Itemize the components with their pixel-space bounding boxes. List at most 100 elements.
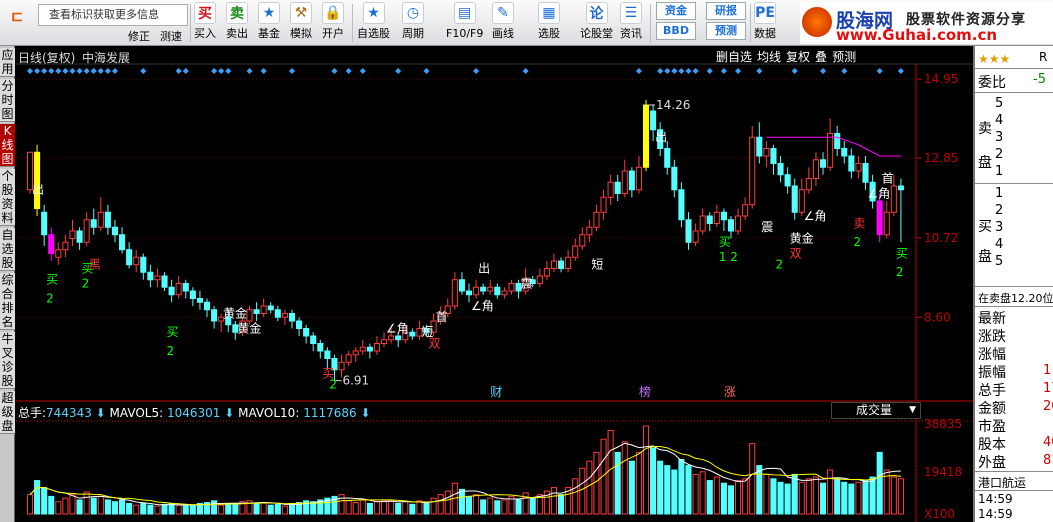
f10-button[interactable]: ▤ F10/F9 bbox=[446, 2, 483, 44]
volume-bar bbox=[664, 465, 671, 515]
event-diamond-icon bbox=[260, 68, 267, 74]
data-button[interactable]: PE 数据 bbox=[754, 2, 776, 44]
stock-pick-button[interactable]: ▦ 选股 bbox=[538, 2, 560, 44]
event-diamond-icon bbox=[657, 68, 664, 74]
news-button[interactable]: ☰ 资讯 bbox=[620, 2, 642, 44]
quote-panel: ★★★ R 委比 -5 卖盘 5 4 3 2 1 买盘 1 2 3 4 5 在卖盘12.20位 最新 涨跌 涨幅 振幅 1… bbox=[973, 46, 1053, 522]
volume-bar bbox=[90, 497, 97, 515]
candle-body bbox=[111, 226, 119, 236]
app-logo-icon[interactable]: ㄷ bbox=[2, 4, 32, 28]
candle-body bbox=[451, 279, 458, 307]
signal-label: 黄金 bbox=[223, 305, 247, 320]
side-tab-timeshare[interactable]: 分时图 bbox=[0, 79, 15, 122]
weibi-value: -5 bbox=[1033, 72, 1046, 87]
chart-tab-4[interactable]: 预测 bbox=[832, 50, 856, 64]
volume-bar bbox=[642, 425, 650, 515]
chart-tab-3[interactable]: 叠 bbox=[815, 50, 827, 64]
research-button[interactable]: 研报 bbox=[706, 2, 746, 20]
side-tab-watchlist[interactable]: 自选股 bbox=[0, 228, 15, 271]
signal-label: 2 bbox=[775, 258, 783, 272]
volume-bar bbox=[855, 481, 862, 515]
chart-tab-0[interactable]: 删自选 bbox=[716, 50, 752, 64]
capital-button[interactable]: 资金 bbox=[656, 2, 696, 20]
chart-tab-2[interactable]: 复权 bbox=[786, 50, 810, 64]
side-tab-apply[interactable]: 应用 bbox=[0, 48, 15, 77]
volume-bar bbox=[458, 488, 465, 515]
signal-label: 首 bbox=[436, 310, 448, 324]
stock-name: 中海发展 bbox=[82, 51, 131, 65]
measure-label: 测速 bbox=[160, 30, 182, 43]
event-diamond-icon bbox=[90, 68, 97, 74]
price-tick-label: 14.95 bbox=[924, 72, 958, 86]
open-account-button[interactable]: 🔒 开户 bbox=[322, 2, 344, 44]
fund-button[interactable]: ★ 基金 bbox=[258, 2, 280, 44]
volume-bar bbox=[402, 501, 409, 515]
simulate-button[interactable]: ⚒ 模拟 bbox=[290, 2, 312, 44]
volume-bar bbox=[147, 504, 154, 515]
toolbar-separator bbox=[190, 4, 191, 42]
candle-body bbox=[211, 309, 218, 322]
candle-body bbox=[713, 211, 720, 224]
draw-button[interactable]: ✎ 画线 bbox=[492, 2, 514, 44]
buy-button[interactable]: 买买入 bbox=[194, 2, 216, 44]
draw-button-label: 画线 bbox=[492, 27, 514, 40]
period-label: 日线(复权) bbox=[18, 51, 76, 65]
bbd-button[interactable]: BBD bbox=[656, 22, 696, 40]
volume-bar bbox=[593, 451, 600, 515]
search-hint-box[interactable]: 查看标识获取更多信息 bbox=[38, 4, 188, 26]
volume-bar bbox=[678, 458, 685, 515]
side-tab-ranking[interactable]: 综合排名 bbox=[0, 273, 15, 330]
forecast-button-label: 预测 bbox=[715, 24, 737, 37]
price-tick-label: 10.72 bbox=[924, 231, 958, 245]
volume-tick-label: X100 bbox=[924, 507, 955, 521]
volume-bar bbox=[897, 478, 904, 515]
ask-side-label: 盘 bbox=[978, 155, 992, 171]
candle-body bbox=[465, 290, 473, 296]
event-diamond-icon bbox=[83, 68, 90, 74]
candle-body bbox=[727, 219, 735, 232]
signal-label: 2 bbox=[167, 344, 175, 358]
total-volume-value: 744343 bbox=[46, 406, 92, 420]
signal-label: 2 bbox=[896, 265, 904, 279]
watchlist-button[interactable]: ★ 自选股 bbox=[357, 2, 390, 44]
modify-button[interactable]: 修正 bbox=[128, 28, 150, 43]
indicator-select[interactable]: 成交量 ▼ bbox=[831, 402, 921, 419]
volume-bar bbox=[473, 494, 480, 515]
signal-label: 2 bbox=[329, 378, 337, 392]
volume-bar bbox=[189, 504, 196, 515]
sell-button[interactable]: 卖卖出 bbox=[226, 2, 248, 44]
volume-bar bbox=[805, 478, 812, 515]
measure-button[interactable]: 测速 bbox=[160, 28, 182, 43]
side-tab-diagnosis[interactable]: 牛叉诊股 bbox=[0, 332, 15, 389]
volume-bar bbox=[735, 480, 742, 515]
volume-bar bbox=[572, 478, 579, 515]
main-toolbar: ㄷ 查看标识获取更多信息 买买入卖卖出 ★ 基金 ⚒ 模拟 🔒 开户 ★ 自选股 ◷ 周期 ▤ F10/… bbox=[0, 0, 1053, 46]
volume-bar bbox=[395, 502, 402, 515]
candle-body bbox=[366, 346, 373, 352]
candle-body bbox=[572, 245, 579, 258]
app-window: { "toolbar": { "search_hint": "查看标识获取更多信… bbox=[0, 0, 1053, 522]
volume-bar bbox=[671, 469, 678, 515]
side-tab-profile[interactable]: 个股资料 bbox=[0, 169, 15, 226]
side-tab-superl2[interactable]: 超级盘 bbox=[0, 391, 15, 434]
signal-label: 买 bbox=[896, 246, 908, 260]
volume-bar bbox=[140, 502, 147, 515]
side-tabs: 应用分时图 K线图个股资料自选股综合排名牛叉诊股超级盘 bbox=[0, 46, 15, 522]
volume-bar bbox=[338, 494, 345, 515]
signal-label: 黄金 bbox=[237, 320, 261, 335]
period-button[interactable]: ◷ 周期 bbox=[402, 2, 424, 44]
volume-bar bbox=[713, 476, 720, 515]
forum-button[interactable]: 论论股堂 bbox=[580, 2, 613, 44]
forecast-button[interactable]: 预测 bbox=[706, 22, 746, 40]
kline-chart[interactable]: 14.95 12.85 10.72 8.60 38835 19418 X100 14.26 6.… bbox=[16, 46, 973, 522]
chart-tab-1[interactable]: 均线 bbox=[757, 50, 781, 64]
sell-button-label: 卖出 bbox=[226, 27, 248, 40]
candle-body bbox=[352, 350, 359, 356]
volume-bar bbox=[232, 502, 239, 515]
chart-canvas[interactable]: 14.95 12.85 10.72 8.60 38835 19418 X100 14.26 6.… bbox=[16, 46, 973, 522]
candle-body bbox=[607, 181, 614, 198]
candle-body bbox=[338, 361, 345, 371]
side-tab-kline[interactable]: K线图 bbox=[0, 124, 15, 167]
simulate-button-label: 模拟 bbox=[290, 27, 312, 40]
candle-body bbox=[182, 283, 189, 292]
